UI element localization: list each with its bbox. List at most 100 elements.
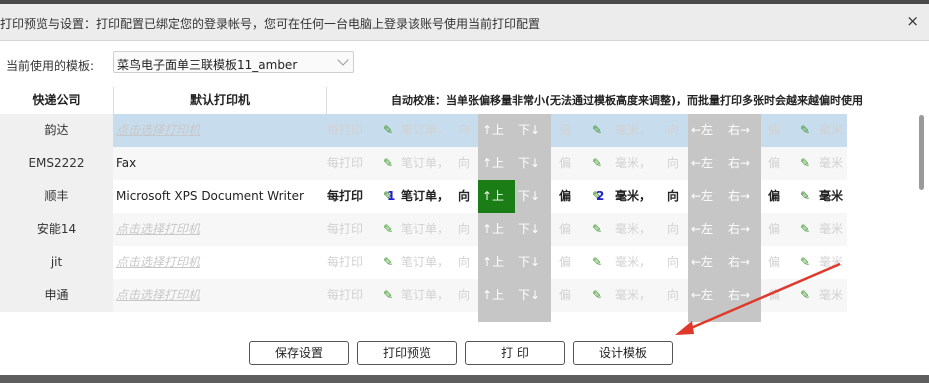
window-bottom-strip	[0, 375, 929, 383]
pencil-icon[interactable]: ✎	[383, 114, 393, 147]
up-direction-button[interactable]: ↑上	[482, 213, 504, 246]
left-direction-button[interactable]: ←左	[691, 147, 713, 180]
offset-label: 偏	[559, 222, 572, 236]
table-row[interactable]: jit 点击选择打印机 每打印 ✎ 笔订单， 向 ↑上 下↓ 偏 ✎ 毫米， 向…	[0, 246, 929, 279]
table-row[interactable]: 顺丰 Microsoft XPS Document Writer 每打印 ✎ 1…	[0, 180, 929, 213]
toward-label: 向	[458, 156, 471, 170]
mm-label: 毫米，	[615, 123, 652, 137]
left-direction-button[interactable]: ←左	[691, 180, 713, 213]
left-direction-button[interactable]: ←左	[691, 213, 713, 246]
table-scrollbar[interactable]	[919, 115, 924, 190]
mm-label: 毫米，	[615, 255, 652, 269]
table-row[interactable]: 韵达 点击选择打印机 每打印 ✎ 笔订单， 向 ↑上 下↓ 偏 ✎ 毫米， 向 …	[0, 114, 929, 147]
chevron-down-icon	[337, 54, 349, 66]
offset-label: 偏	[768, 222, 781, 236]
toward-label: 向	[667, 222, 680, 236]
pencil-icon[interactable]: ✎	[592, 246, 602, 279]
every-print-label: 每打印	[327, 156, 364, 170]
arrow-head	[675, 321, 694, 335]
dialog-title: 打印预览与设置：打印配置已绑定您的登录帐号，您可在任何一台电脑上登录该账号使用当…	[0, 17, 541, 31]
offset-label: 偏	[768, 123, 781, 137]
pencil-icon[interactable]: ✎	[383, 279, 393, 312]
header-printer: 默认打印机	[189, 93, 250, 107]
toward-label: 向	[458, 189, 471, 203]
left-direction-button[interactable]: ←左	[691, 114, 713, 147]
up-direction-button[interactable]: ↑上	[482, 114, 504, 147]
right-direction-button[interactable]: 右→	[728, 180, 750, 213]
order-count-value[interactable]: 1	[387, 180, 395, 213]
down-direction-button[interactable]: 下↓	[518, 114, 540, 147]
left-direction-button[interactable]: ←左	[691, 246, 713, 279]
pencil-icon[interactable]: ✎	[383, 213, 393, 246]
pencil-icon[interactable]: ✎	[800, 213, 810, 246]
save-settings-button[interactable]: 保存设置	[249, 341, 349, 365]
toward-label: 向	[458, 288, 471, 302]
every-print-label: 每打印	[327, 255, 364, 269]
down-direction-button[interactable]: 下↓	[518, 279, 540, 312]
table-row[interactable]: 安能14 点击选择打印机 每打印 ✎ 笔订单， 向 ↑上 下↓ 偏 ✎ 毫米， …	[0, 213, 929, 246]
pencil-icon[interactable]: ✎	[383, 147, 393, 180]
table-row[interactable]: 申通 点击选择打印机 每打印 ✎ 笔订单， 向 ↑上 下↓ 偏 ✎ 毫米， 向 …	[0, 279, 929, 312]
toward-label: 向	[667, 189, 680, 203]
pencil-icon[interactable]: ✎	[592, 114, 602, 147]
toward-label: 向	[458, 255, 471, 269]
order-unit-label: 笔订单，	[401, 123, 450, 137]
up-direction-button[interactable]: ↑上	[482, 147, 504, 180]
toward-label: 向	[667, 123, 680, 137]
pencil-icon[interactable]: ✎	[800, 114, 810, 147]
printer-select-link[interactable]: 点击选择打印机	[116, 213, 200, 246]
offset-mm-value[interactable]: 2	[596, 180, 604, 213]
printer-select-link[interactable]: Microsoft XPS Document Writer	[116, 180, 304, 213]
right-direction-button[interactable]: 右→	[728, 279, 750, 312]
toward-label: 向	[667, 156, 680, 170]
up-direction-button[interactable]: ↑上	[482, 246, 504, 279]
pencil-icon[interactable]: ✎	[592, 213, 602, 246]
offset-label: 偏	[768, 288, 781, 302]
company-cell: 韵达	[0, 114, 113, 147]
printer-select-link[interactable]: 点击选择打印机	[116, 246, 200, 279]
mm-end-label: 毫米	[819, 255, 844, 269]
printer-select-link[interactable]: Fax	[116, 147, 136, 180]
left-direction-button[interactable]: ←左	[691, 279, 713, 312]
down-direction-button[interactable]: 下↓	[518, 246, 540, 279]
company-cell: jit	[0, 246, 113, 279]
down-direction-button[interactable]: 下↓	[518, 147, 540, 180]
down-direction-button[interactable]: 下↓	[518, 213, 540, 246]
offset-label: 偏	[559, 255, 572, 269]
pencil-icon[interactable]: ✎	[592, 279, 602, 312]
design-template-button[interactable]: 设计模板	[573, 341, 673, 365]
pencil-icon[interactable]: ✎	[800, 279, 810, 312]
print-preview-button[interactable]: 打印预览	[357, 341, 457, 365]
mm-label: 毫米，	[615, 222, 652, 236]
offset-label: 偏	[559, 189, 572, 203]
right-direction-button[interactable]: 右→	[728, 114, 750, 147]
right-direction-button[interactable]: 右→	[728, 246, 750, 279]
pencil-icon[interactable]: ✎	[383, 246, 393, 279]
company-cell: 安能14	[0, 213, 113, 246]
every-print-label: 每打印	[327, 189, 364, 203]
printer-select-link[interactable]: 点击选择打印机	[116, 114, 200, 147]
table-header: 快递公司 默认打印机 自动校准：当单张偏移量非常小(无法通过模板高度来调整)，而…	[0, 87, 929, 114]
right-direction-button[interactable]: 右→	[728, 213, 750, 246]
toward-label: 向	[667, 255, 680, 269]
pencil-icon[interactable]: ✎	[592, 147, 602, 180]
mm-label: 毫米，	[615, 189, 652, 203]
mm-end-label: 毫米	[819, 288, 844, 302]
print-button[interactable]: 打 印	[465, 341, 565, 365]
order-unit-label: 笔订单，	[401, 156, 450, 170]
right-direction-button[interactable]: 右→	[728, 147, 750, 180]
pencil-icon[interactable]: ✎	[800, 246, 810, 279]
order-unit-label: 笔订单，	[401, 288, 450, 302]
pencil-icon[interactable]: ✎	[800, 147, 810, 180]
up-direction-button[interactable]: ↑上	[482, 279, 504, 312]
dialog-titlebar: 打印预览与设置：打印配置已绑定您的登录帐号，您可在任何一台电脑上登录该账号使用当…	[0, 4, 929, 41]
order-unit-label: 笔订单，	[401, 222, 450, 236]
printer-select-link[interactable]: 点击选择打印机	[116, 279, 200, 312]
up-direction-button[interactable]: ↑上	[482, 180, 504, 213]
mm-end-label: 毫米	[819, 156, 844, 170]
down-direction-button[interactable]: 下↓	[518, 180, 540, 213]
close-icon[interactable]: ×	[906, 12, 919, 30]
template-select[interactable]: 菜鸟电子面单三联模板11_amber	[113, 51, 354, 73]
table-row[interactable]: EMS2222 Fax 每打印 ✎ 笔订单， 向 ↑上 下↓ 偏 ✎ 毫米， 向…	[0, 147, 929, 180]
pencil-icon[interactable]: ✎	[800, 180, 810, 213]
